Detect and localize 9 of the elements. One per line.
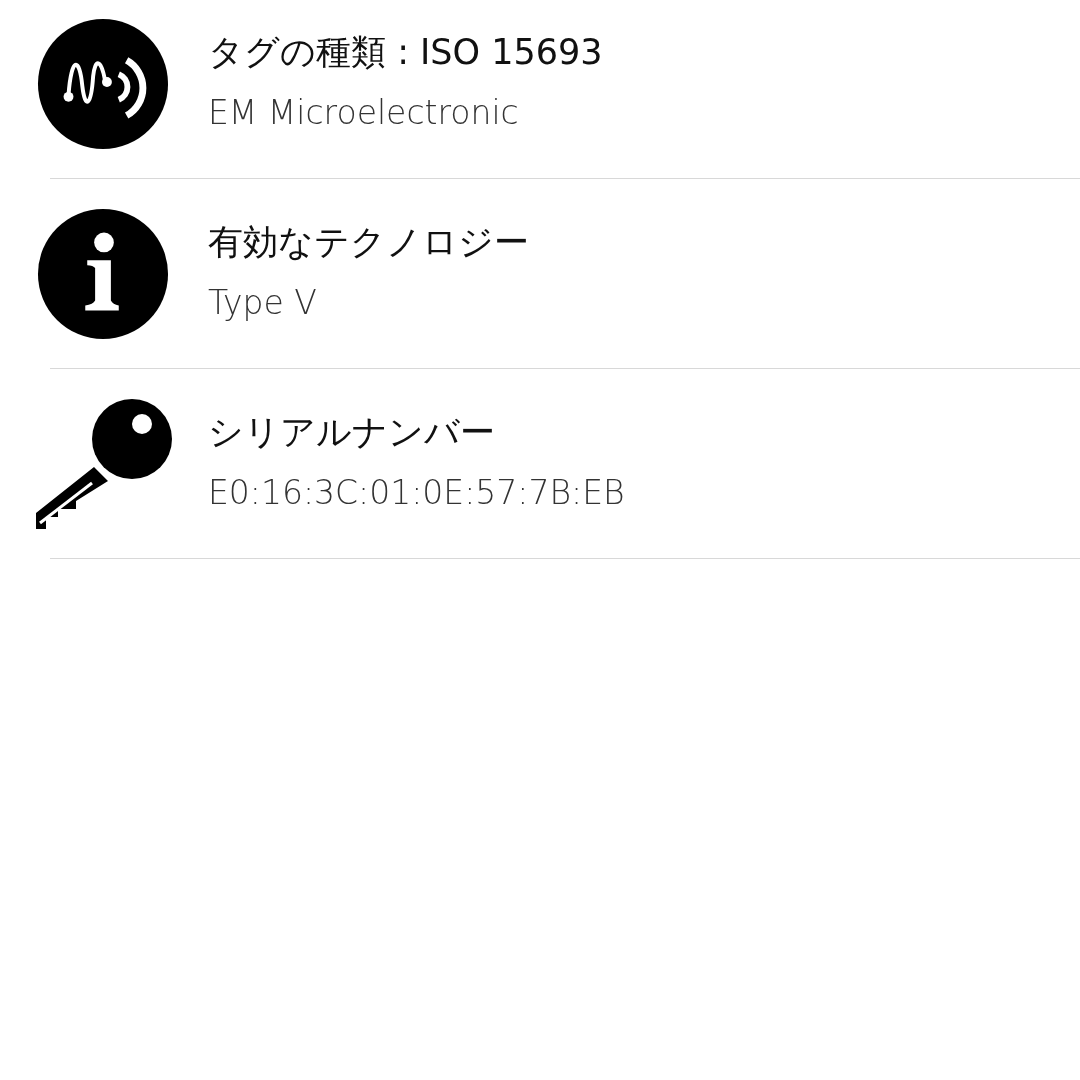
nfc-icon <box>36 17 170 151</box>
row-value: EM Microelectronic <box>208 93 520 133</box>
key-icon <box>36 397 172 531</box>
row-value: Type V <box>208 283 318 323</box>
row-value: E0:16:3C:01:0E:57:7B:EB <box>208 473 625 513</box>
info-icon <box>36 207 170 341</box>
row-title: シリアルナンバー <box>208 411 496 453</box>
row-title: 有効なテクノロジー <box>208 221 529 263</box>
row-title: タグの種類 : ISO 15693 <box>208 31 603 73</box>
